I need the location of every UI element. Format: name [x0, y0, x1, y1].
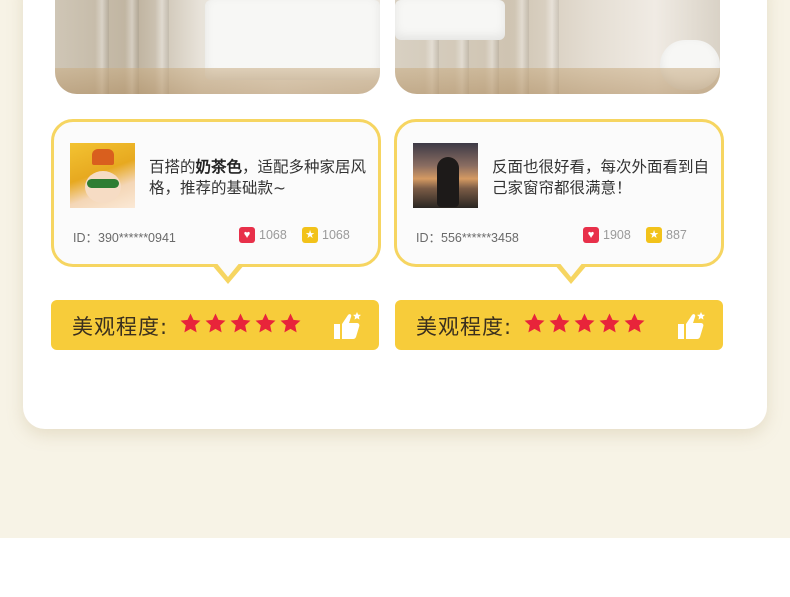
star-icon	[599, 313, 620, 333]
like-count[interactable]: ♥ 1068	[239, 227, 287, 243]
product-photo-left	[55, 0, 380, 94]
star-icon	[574, 313, 595, 333]
review-meta: ID：390******0941 ♥ 1068 ★ 1068	[73, 225, 360, 245]
star-badge-icon: ★	[302, 227, 318, 243]
favorite-count[interactable]: ★ 887	[646, 227, 687, 243]
user-id: ID：390******0941	[73, 231, 176, 245]
review-meta: ID：556******3458 ♥ 1908 ★ 887	[416, 225, 703, 245]
star-icon	[255, 313, 276, 333]
thumbs-up-icon[interactable]	[675, 310, 707, 342]
thumbs-up-icon[interactable]	[331, 310, 363, 342]
product-photo-right	[395, 0, 720, 94]
like-count[interactable]: ♥ 1908	[583, 227, 631, 243]
heart-icon: ♥	[239, 227, 255, 243]
bottom-band	[0, 538, 790, 597]
heart-icon: ♥	[583, 227, 599, 243]
rating-label: 美观程度:	[416, 315, 513, 339]
star-icon	[524, 313, 545, 333]
star-badge-icon: ★	[646, 227, 662, 243]
rating-bar-1: 美观程度:	[51, 300, 379, 350]
bubble-tail	[554, 261, 588, 284]
star-icon	[280, 313, 301, 333]
star-rating	[523, 312, 646, 335]
avatar	[70, 143, 135, 208]
star-icon	[549, 313, 570, 333]
bubble-tail	[211, 261, 245, 284]
star-icon	[230, 313, 251, 333]
star-icon	[624, 313, 645, 333]
review-bubble-2: 反面也很好看，每次外面看到自己家窗帘都很满意！ ID：556******3458…	[394, 119, 724, 267]
avatar	[413, 143, 478, 208]
rating-label: 美观程度:	[72, 315, 169, 339]
favorite-count[interactable]: ★ 1068	[302, 227, 350, 243]
star-icon	[205, 313, 226, 333]
rating-bar-2: 美观程度:	[395, 300, 723, 350]
user-id: ID：556******3458	[416, 231, 519, 245]
review-text: 百搭的奶茶色，适配多种家居风格，推荐的基础款~	[149, 158, 367, 197]
star-icon	[180, 313, 201, 333]
star-rating	[179, 312, 302, 335]
review-text: 反面也很好看，每次外面看到自己家窗帘都很满意！	[492, 158, 710, 197]
review-bubble-1: 百搭的奶茶色，适配多种家居风格，推荐的基础款~ ID：390******0941…	[51, 119, 381, 267]
